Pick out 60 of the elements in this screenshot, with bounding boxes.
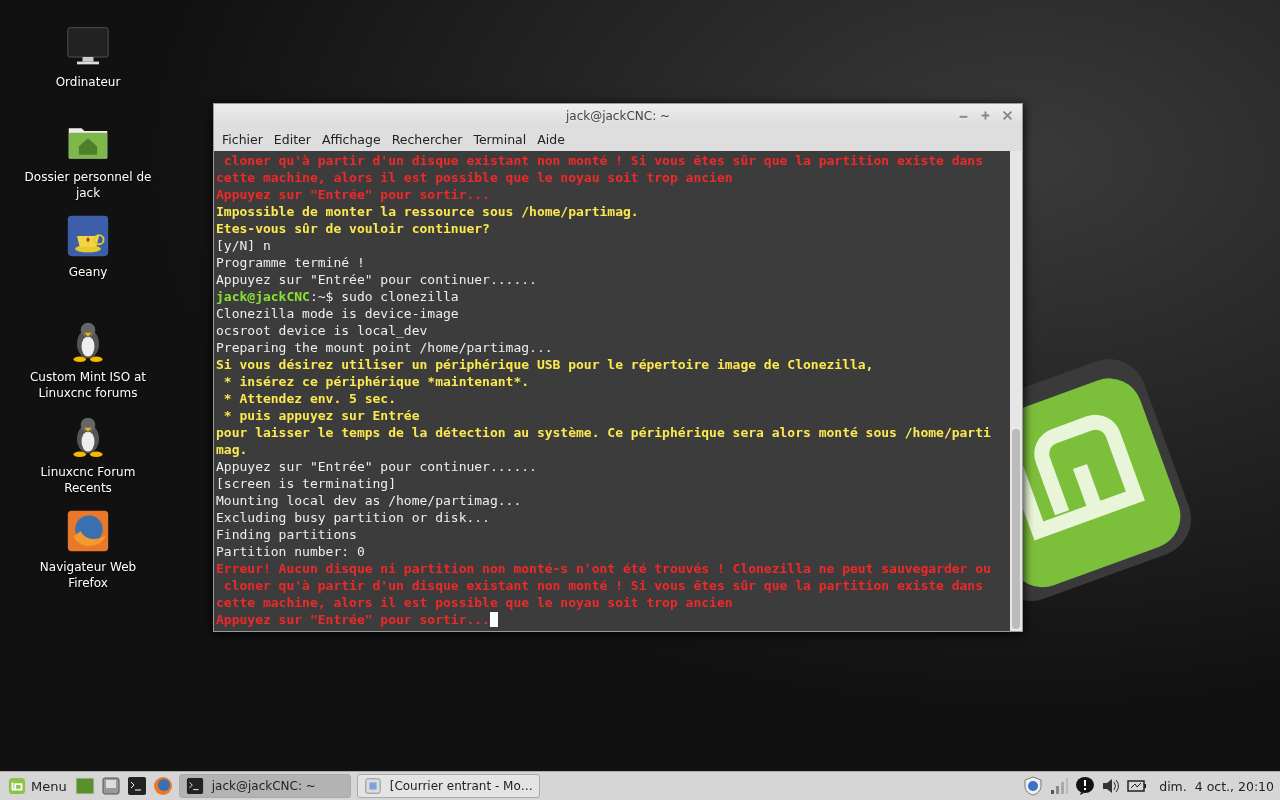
terminal-line: * puis appuyez sur Entrée	[222, 407, 420, 424]
terminal-line: cette machine, alors il est possible que le noyau soit trop ancien	[216, 594, 733, 611]
terminal-line: Impossible de monter la ressource sous /home/partimag.	[216, 203, 639, 220]
shield-icon[interactable]	[1023, 776, 1044, 796]
terminal-line: pour laisser le temps de la détection au système. Ce périphérique sera alors monté sous /home/parti	[216, 424, 991, 441]
terminal-icon[interactable]	[126, 776, 147, 796]
logo-icon	[8, 777, 26, 795]
terminal-line: cloner qu'à partir d'un disque existant non monté ! Si vous êtes sûr que la partition existe dans	[222, 152, 983, 169]
terminal-line: jack@jackCNC:~$ sudo clonezilla	[216, 288, 459, 305]
terminal-line: * Attendez env. 5 sec.	[222, 390, 396, 407]
menu-item[interactable]: Terminal	[469, 130, 534, 149]
menu-item[interactable]: Aide	[533, 130, 572, 149]
close-icon[interactable]	[1001, 109, 1014, 122]
volume-icon[interactable]	[1101, 776, 1122, 796]
taskbar-window-button[interactable]: [Courrier entrant - Mo…	[356, 774, 540, 798]
terminal-line: cette machine, alors il est possible que le noyau soit trop ancien	[216, 169, 733, 186]
terminal-line: cloner qu'à partir d'un disque existant non monté ! Si vous êtes sûr que la partition existe dans	[222, 577, 983, 594]
terminal-line: Appuyez sur "Entrée" pour sortir...	[216, 186, 490, 203]
taskbar-window-button[interactable]: jack@jackCNC: ~	[178, 774, 351, 798]
drive-icon[interactable]	[100, 776, 121, 796]
signal-icon[interactable]	[1049, 776, 1070, 796]
teapot-icon[interactable]	[66, 214, 110, 258]
terminal-line: Etes-vous sûr de vouloir continuer?	[216, 220, 490, 237]
window-title: jack@jackCNC: ~	[565, 109, 671, 123]
menu-item[interactable]: Editer	[269, 130, 318, 149]
terminal-line: mag.	[216, 441, 248, 458]
terminal-icon	[185, 777, 204, 795]
desktop-icon-label[interactable]: Navigateur Web Firefox	[20, 559, 156, 591]
desktop-icon[interactable]	[74, 776, 95, 796]
menu-item[interactable]: Affichage	[317, 130, 388, 149]
scrollbar[interactable]	[1010, 151, 1022, 631]
terminal-line: * insérez ce périphérique *maintenant*.	[222, 373, 530, 390]
terminal-line: [y/N] n	[216, 237, 271, 254]
terminal-line: Excluding busy partition or disk...	[216, 509, 490, 526]
menu-button[interactable]: Menu	[6, 775, 69, 797]
terminal-line: Appuyez sur "Entrée" pour continuer......	[216, 458, 537, 475]
terminal-line: Finding partitions	[216, 526, 357, 543]
terminal-line: Clonezilla mode is device-image	[216, 305, 459, 322]
maximize-icon[interactable]	[979, 109, 992, 122]
desktop-icon-label[interactable]: Ordinateur	[20, 74, 156, 90]
menu-item[interactable]: Fichier	[218, 130, 270, 149]
window-app-icon	[363, 777, 382, 795]
alert-icon[interactable]	[1075, 776, 1096, 796]
terminal-line: Erreur! Aucun disque ni partition non monté-s n'ont été trouvés ! Clonezilla ne peut sauvegarder ou	[216, 560, 991, 577]
desktop-icon-label[interactable]: Custom Mint ISO at Linuxcnc forums	[20, 369, 156, 401]
terminal-line: Partition number: 0	[216, 543, 365, 560]
menu-item[interactable]: Rechercher	[387, 130, 470, 149]
globe-icon[interactable]	[66, 509, 110, 553]
terminal-line: Appuyez sur "Entrée" pour continuer......	[216, 271, 537, 288]
terminal-line: Appuyez sur "Entrée" pour sortir...	[216, 611, 498, 628]
terminal-line: Mounting local dev as /home/partimag...	[216, 492, 522, 509]
terminal-line: Preparing the mount point /home/partimag...	[216, 339, 553, 356]
clock[interactable]: dim. 4 oct., 20:10	[1159, 778, 1274, 794]
desktop-icon-label[interactable]: Dossier personnel de jack	[20, 169, 156, 201]
desktop-icon-label[interactable]: Geany	[20, 264, 156, 280]
desktop-icon-label[interactable]: Linuxcnc Forum Recents	[20, 464, 156, 496]
terminal-line: ocsroot device is local_dev	[216, 322, 428, 339]
terminal-line: Programme terminé !	[216, 254, 365, 271]
terminal-line: [screen is terminating]	[216, 475, 396, 492]
terminal-line: Si vous désirez utiliser un périphérique USB pour le répertoire image de Clonezilla,	[216, 356, 874, 373]
